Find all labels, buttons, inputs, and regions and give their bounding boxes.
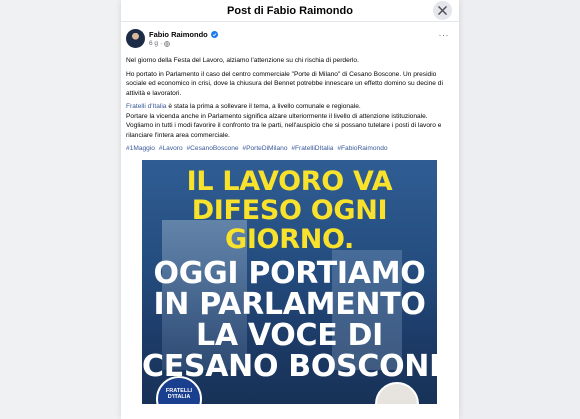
post-modal: Post di Fabio Raimondo Fabio Raimondo 6 … [121, 0, 459, 419]
more-options-button[interactable]: ··· [439, 31, 450, 40]
post-paragraph-5: Vogliamo in tutti i modi favorire il con… [126, 122, 442, 139]
page-backdrop-right [459, 0, 580, 419]
hashtag-link[interactable]: #Lavoro [159, 145, 183, 152]
poster-headline-line-4: OGGI PORTIAMO [153, 255, 426, 291]
post-paragraph-3-rest: è stata la prima a sollevare il tema, a … [166, 103, 361, 110]
globe-icon [164, 40, 171, 47]
post-image[interactable]: IL LAVORO VA DIFESO OGNI GIORNO. OGGI PO… [142, 159, 437, 404]
modal-header: Post di Fabio Raimondo [121, 0, 459, 22]
close-icon [438, 6, 447, 15]
post-paragraph-3: Fratelli d'Italia è stata la prima a sol… [126, 102, 452, 112]
author-name[interactable]: Fabio Raimondo [149, 30, 208, 39]
avatar[interactable] [126, 29, 145, 48]
close-button[interactable] [433, 1, 452, 20]
fratelli-ditalia-link[interactable]: Fratelli d'Italia [126, 103, 166, 110]
post-paragraph-4: Portare la vicenda anche in Parlamento s… [126, 112, 428, 120]
verified-badge-icon [210, 31, 218, 38]
hashtag-link[interactable]: #1Maggio [126, 145, 155, 152]
portrait-photo [375, 381, 419, 404]
hashtag-list: #1Maggio #Lavoro #CesanoBoscone #PorteDi… [126, 144, 452, 154]
poster-headline-line-6: LA VOCE DI [196, 317, 383, 353]
hashtag-link[interactable]: #PorteDiMilano [242, 145, 287, 152]
hashtag-link[interactable]: #CesanoBoscone [187, 145, 239, 152]
post-header: Fabio Raimondo 6 g · ··· [121, 29, 459, 56]
post-paragraph-1: Nel giorno della Festa del Lavoro, alzia… [126, 57, 359, 64]
post-text: Nel giorno della Festa del Lavoro, alzia… [121, 56, 459, 154]
modal-title: Post di Fabio Raimondo [227, 4, 353, 17]
meta-separator: · [160, 40, 163, 47]
hashtag-link[interactable]: #FabioRaimondo [337, 145, 387, 152]
poster-headline-line-1: IL LAVORO VA [186, 165, 393, 197]
hashtag-link[interactable]: #FratelliDItalia [291, 145, 333, 152]
poster-headline-line-5: IN PARLAMENTO [153, 286, 426, 322]
author-line: Fabio Raimondo [149, 30, 218, 39]
post-meta: 6 g · [149, 40, 171, 47]
post-paragraph-2: Ho portato in Parlamento il caso del cen… [126, 70, 443, 97]
poster-headline-line-3: GIORNO. [224, 223, 355, 255]
page-backdrop-left [0, 0, 121, 419]
poster-headline-line-2: DIFESO OGNI [191, 194, 388, 226]
post-time[interactable]: 6 g [149, 40, 158, 47]
